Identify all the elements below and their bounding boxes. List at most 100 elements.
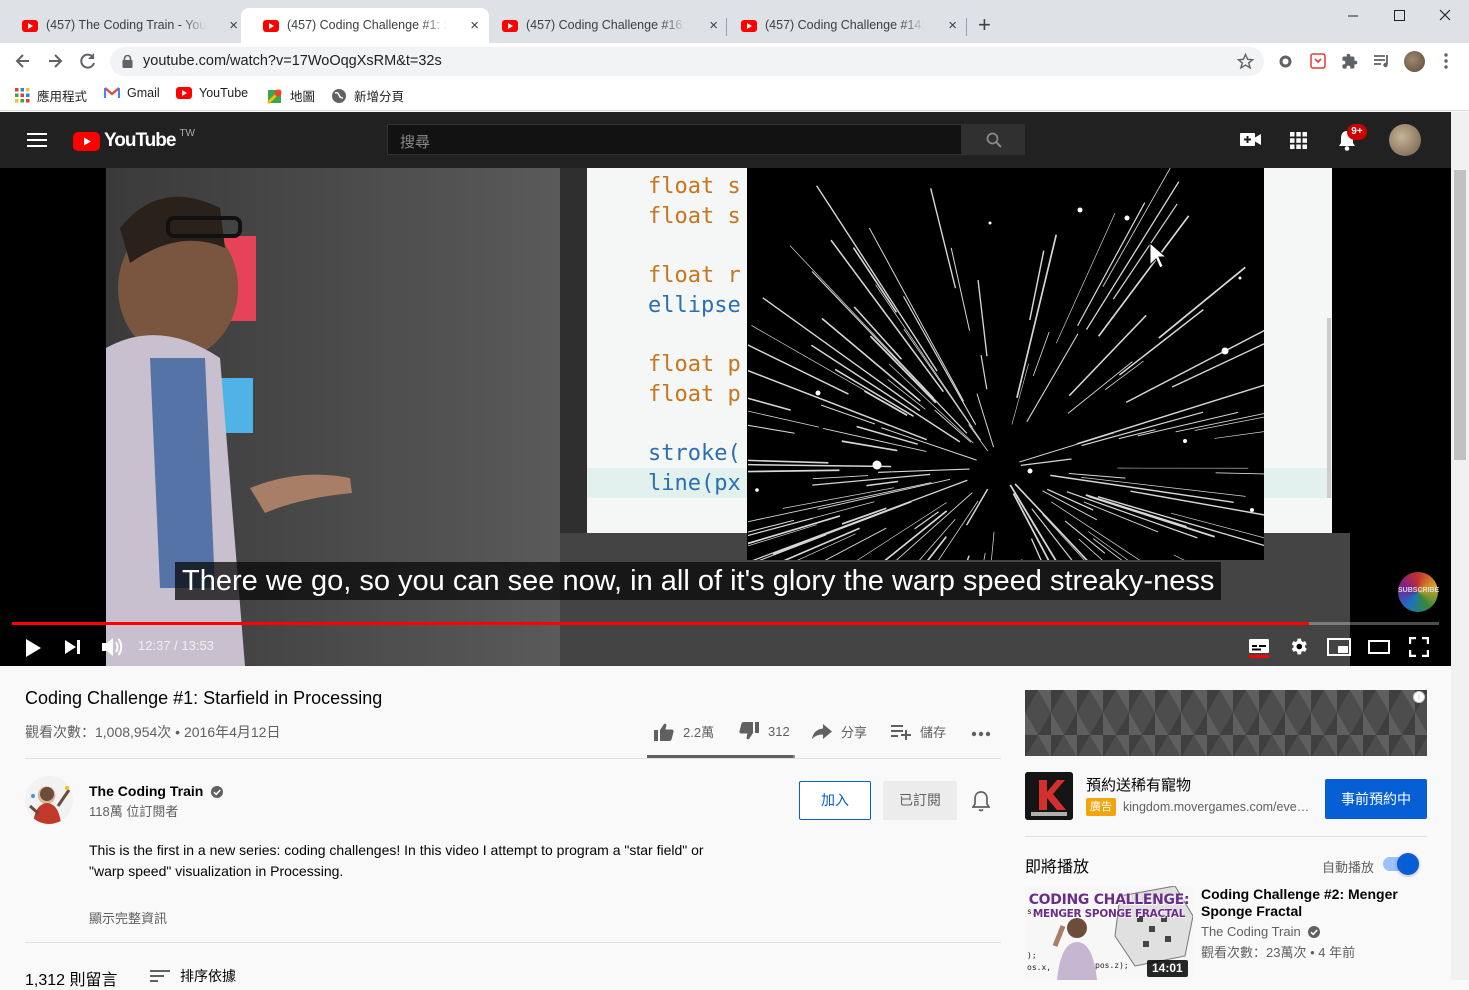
page-scrollbar[interactable] [1451,112,1469,980]
warp-streak [1093,539,1189,560]
browser-tab-3[interactable]: (457) Coding Challenge #16: L-System Fra… [480,8,728,43]
hamburger-menu-icon[interactable] [27,132,47,148]
warp-star [1239,277,1242,280]
ad-title[interactable]: 預約送稀有寵物 [1086,774,1191,795]
miniplayer-icon[interactable] [1327,638,1351,656]
dislike-button[interactable]: 312 [739,722,790,740]
warp-streak [1027,334,1078,422]
playlist-add-icon [891,724,911,740]
warp-streak [871,511,946,560]
share-arrow-icon [812,724,832,740]
bookmark-star-icon[interactable] [1237,53,1254,70]
create-video-icon[interactable] [1240,131,1262,148]
back-arrow-icon[interactable] [13,51,33,71]
tab-title: (457) Coding Challenge #1: Starfield in … [287,18,447,32]
theater-mode-icon[interactable] [1368,640,1390,654]
apps-grid-icon[interactable] [1290,132,1307,149]
media-queue-icon[interactable] [1373,53,1391,69]
notification-bell-icon[interactable] [972,791,990,812]
settings-gear-icon[interactable] [1288,636,1309,657]
code-line [648,320,741,350]
show-more-link[interactable]: 顯示完整資訊 [89,908,167,927]
warp-streak [1065,521,1105,553]
maximize-button[interactable] [1376,4,1422,28]
bookmark-apps[interactable]: 應用程式 [15,86,87,105]
youtube-favicon-icon [263,20,279,32]
subscribe-watermark[interactable]: SUBSCRIBE [1398,572,1438,612]
warp-streak [951,248,969,331]
browser-tab-4[interactable]: (457) Coding Challenge #14: Fractal Tree… [719,8,967,43]
like-button[interactable]: 2.2萬 [654,722,714,741]
search-button[interactable] [961,124,1025,155]
youtube-logo[interactable]: YouTube TW [73,130,195,152]
video-player[interactable]: float s float s float r ellipse float p … [0,168,1451,666]
warp-streak [748,464,891,467]
extension-circle-icon[interactable] [1278,54,1293,69]
time-display: 12:37 / 13:53 [138,638,214,653]
close-icon [1422,4,1468,28]
close-window-button[interactable] [1422,4,1468,28]
save-button[interactable]: 儲存 [891,722,946,741]
lock-icon[interactable] [122,55,133,68]
maps-pin-icon [267,88,283,104]
next-video-title[interactable]: Coding Challenge #2: Menger Sponge Fract… [1201,886,1421,920]
next-video-icon[interactable] [64,639,82,655]
user-avatar[interactable] [1389,124,1421,156]
save-label: 儲存 [920,722,946,741]
warp-streak [790,246,934,398]
bookmark-new-tab[interactable]: 新增分頁 [331,86,404,105]
reload-icon[interactable] [78,51,98,71]
bookmark-gmail[interactable]: Gmail [104,86,160,100]
code-line: ellipse [648,291,741,321]
warp-streak [1171,513,1264,560]
verified-check-icon [211,786,223,798]
channel-avatar[interactable] [25,776,73,824]
progress-bar[interactable] [12,622,1439,625]
warp-streak [1086,495,1187,527]
tab-close-icon[interactable]: × [470,17,479,34]
forward-arrow-icon[interactable] [45,51,65,71]
profile-avatar[interactable] [1404,51,1425,72]
extensions-puzzle-icon[interactable] [1341,53,1358,70]
minimize-button[interactable] [1330,4,1376,28]
chrome-menu-icon[interactable] [1440,52,1452,70]
subtitles-icon[interactable] [1248,638,1270,658]
bookmark-maps[interactable]: 地圖 [267,86,315,105]
bookmark-label: 新增分頁 [354,86,404,105]
tab-close-icon[interactable]: × [229,17,238,34]
tab-close-icon[interactable]: × [948,17,957,34]
sort-comments-button[interactable]: 排序依據 [150,966,236,986]
join-button[interactable]: 加入 [799,781,871,820]
ad-advertiser-logo[interactable] [1025,772,1073,820]
youtube-favicon-icon [502,20,518,32]
search-input[interactable]: 搜尋 [387,124,962,155]
tab-close-icon[interactable]: × [709,17,718,34]
warp-star [1078,208,1083,213]
subscribed-button[interactable]: 已訂閱 [883,781,957,820]
fullscreen-icon[interactable] [1409,637,1429,657]
ad-info-icon[interactable]: i [1413,691,1425,703]
new-tab-button[interactable]: + [978,14,991,36]
warp-streak [1069,474,1126,479]
address-bar[interactable]: youtube.com/watch?v=17WoOqgXsRM&t=32s [110,47,1264,76]
channel-name[interactable]: The Coding Train [89,783,223,799]
volume-icon[interactable] [101,636,124,658]
play-icon[interactable] [24,638,42,658]
bookmark-youtube[interactable]: YouTube [176,86,248,100]
autoplay-toggle-knob[interactable] [1397,853,1419,875]
warp-star [816,391,821,396]
browser-tab-1[interactable]: (457) The Coding Train - YouTube × [0,8,248,43]
more-actions-icon[interactable] [971,731,991,737]
ad-cta-button[interactable]: 事前預約中 [1325,779,1427,819]
next-video-channel[interactable]: The Coding Train [1201,924,1320,939]
pocket-extension-icon[interactable] [1310,53,1326,69]
browser-tab-2-active[interactable]: (457) Coding Challenge #1: Starfield in … [241,8,489,43]
tab-separator [966,18,967,36]
ad-domain[interactable]: kingdom.movergames.com/event... [1123,800,1313,814]
ad-banner-image[interactable] [1025,690,1427,756]
share-button[interactable]: 分享 [812,722,867,741]
scrollbar-thumb[interactable] [1454,170,1466,460]
sort-icon [150,969,170,983]
warp-streak [811,345,959,442]
verified-check-icon [1308,926,1320,938]
